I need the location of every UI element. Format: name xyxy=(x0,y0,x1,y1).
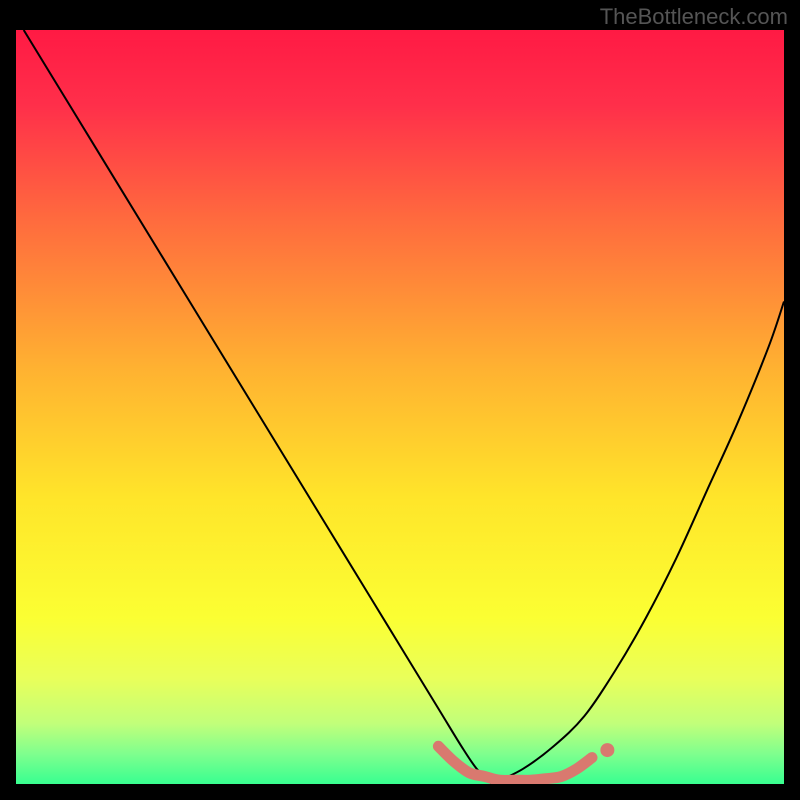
marker-band-path xyxy=(438,746,592,780)
plot-area xyxy=(16,30,784,784)
watermark-text: TheBottleneck.com xyxy=(600,4,788,30)
curve-a-path xyxy=(24,30,492,784)
chart-overlay xyxy=(16,30,784,784)
marker-dot xyxy=(600,743,614,757)
curve-b-path xyxy=(492,301,784,784)
